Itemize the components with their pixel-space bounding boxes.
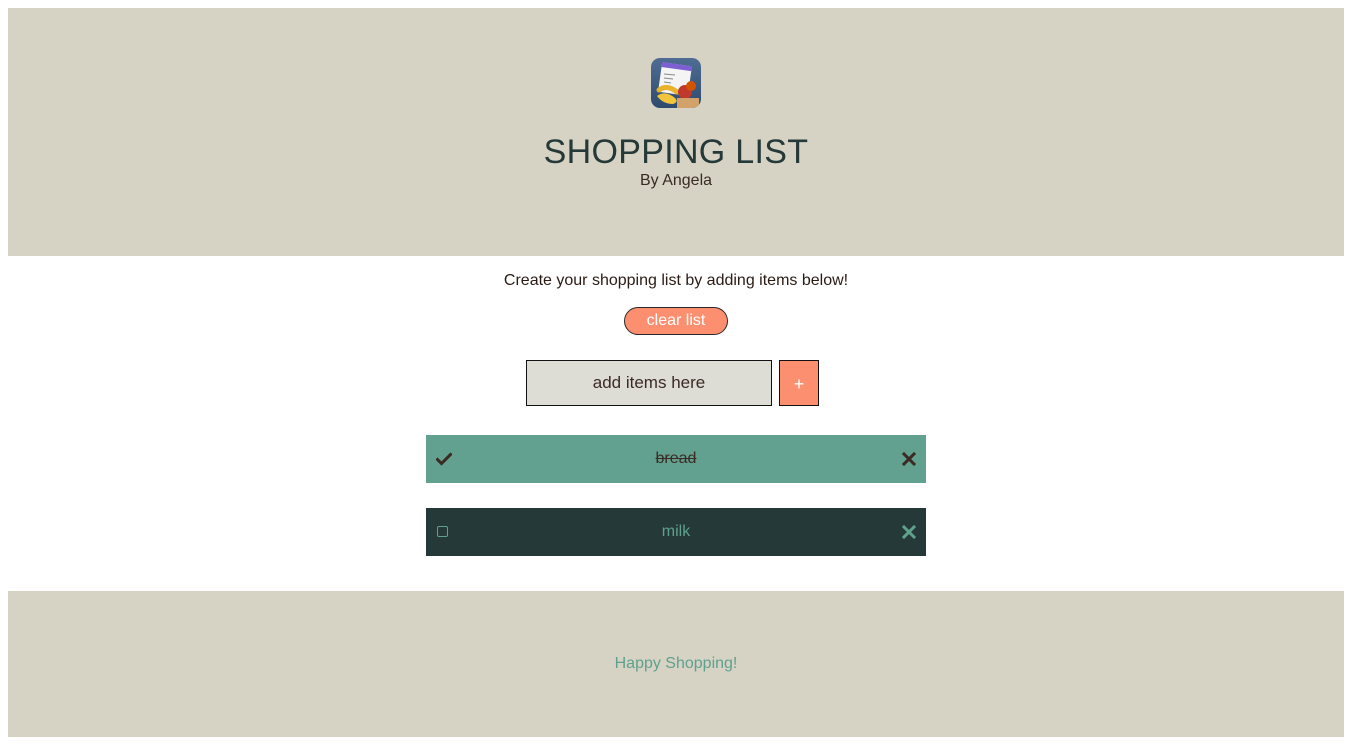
list-item-label: bread [655,450,697,467]
list-item-label: milk [661,523,691,540]
list-item[interactable]: bread [426,435,926,483]
header-banner: SHOPPING LIST By Angela [8,8,1344,256]
list-item[interactable]: milk [426,508,926,556]
clear-list-button[interactable]: clear list [624,307,728,335]
intro-text: Create your shopping list by adding item… [503,272,849,289]
close-icon[interactable] [901,524,917,540]
close-icon[interactable] [901,451,917,467]
footer-banner: Happy Shopping! [8,591,1344,737]
footer-text: Happy Shopping! [614,655,738,672]
add-item-button[interactable]: + [779,360,819,406]
add-item-input[interactable] [526,360,772,406]
page: SHOPPING LIST By Angela Create your shop… [0,0,1352,745]
page-subtitle: By Angela [639,172,713,189]
page-title: SHOPPING LIST [543,133,809,171]
shopping-list-app-icon [651,58,701,108]
